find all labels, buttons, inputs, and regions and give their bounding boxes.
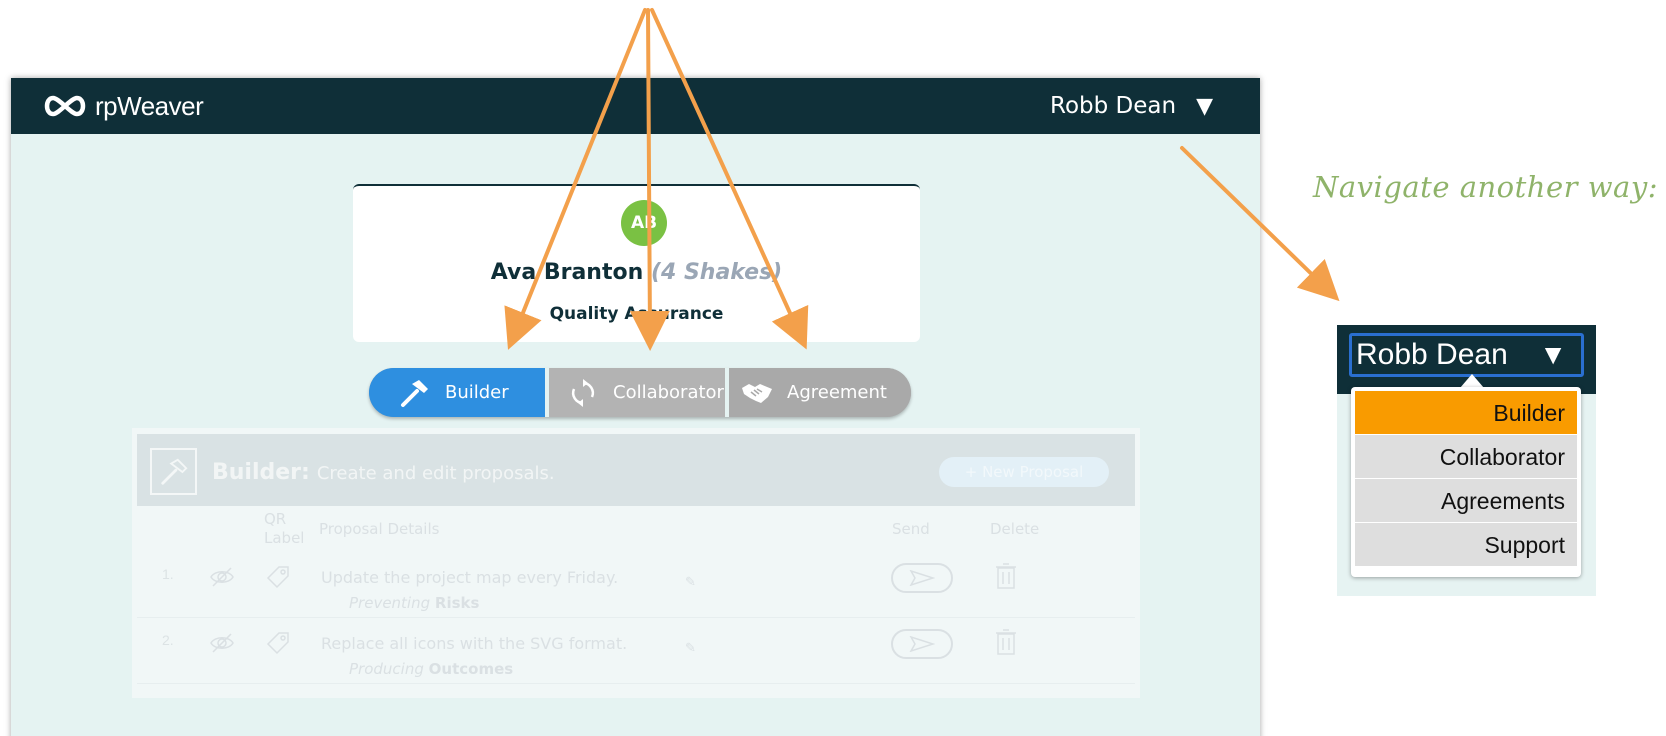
logo-text: rpWeaver: [95, 90, 204, 121]
builder-panel-subtitle: Create and edit proposals.: [316, 463, 555, 484]
column-header-qr: QR: [264, 510, 287, 528]
avatar: AB: [621, 200, 667, 246]
menu-item-collaborator[interactable]: Collaborator: [1355, 435, 1577, 479]
send-icon: [909, 570, 935, 586]
table-row: 1. Update the project map every Friday. …: [137, 552, 1135, 618]
hammer-icon: [150, 448, 197, 495]
profile-role: Quality Assurance: [549, 304, 724, 324]
row-number: 1.: [162, 566, 174, 582]
collaborator-mode-button[interactable]: Collaborator: [545, 368, 725, 417]
tag-icon[interactable]: [265, 564, 291, 590]
profile-name-text: Ava Branton: [490, 260, 644, 285]
proposal-text[interactable]: Update the project map every Friday.: [321, 568, 618, 587]
profile-card: AB Ava Branton (4 Shakes) Quality Assura…: [353, 184, 920, 342]
top-bar: rpWeaver Robb Dean ▼: [11, 78, 1260, 134]
caret-down-icon: ▼: [1539, 339, 1567, 370]
menu-item-support[interactable]: Support: [1355, 523, 1577, 567]
send-icon: [909, 636, 935, 652]
hammer-icon: [399, 377, 431, 409]
builder-panel: Builder: Create and edit proposals. + Ne…: [132, 428, 1140, 698]
column-header-delete: Delete: [990, 520, 1040, 538]
logo[interactable]: rpWeaver: [41, 88, 204, 124]
menu-item-agreements[interactable]: Agreements: [1355, 479, 1577, 523]
annotation-text: Navigate another way:: [1313, 170, 1658, 204]
mini-user-name: Robb Dean: [1356, 338, 1508, 371]
new-proposal-button[interactable]: + New Proposal: [939, 457, 1109, 487]
proposal-sub-italic: Producing: [349, 660, 424, 678]
caret-down-icon: ▼: [1196, 93, 1213, 119]
builder-panel-header: Builder: Create and edit proposals. + Ne…: [137, 434, 1135, 506]
row-number: 2.: [162, 632, 174, 648]
agreement-mode-label: Agreement: [787, 382, 887, 403]
edit-icon[interactable]: ✎: [685, 574, 696, 590]
user-dropdown-menu: Builder Collaborator Agreements Support: [1351, 387, 1581, 577]
send-button[interactable]: [891, 563, 953, 593]
trash-icon[interactable]: [995, 628, 1017, 656]
builder-panel-title-bold: Builder:: [212, 460, 310, 485]
builder-mode-button[interactable]: Builder: [369, 368, 545, 417]
builder-mode-label: Builder: [445, 382, 509, 403]
edit-icon[interactable]: ✎: [685, 640, 696, 656]
eye-slash-icon[interactable]: [209, 630, 235, 656]
mode-switcher: Builder Collaborator Agreement: [369, 368, 911, 417]
table-row: 2. Replace all icons with the SVG format…: [137, 618, 1135, 684]
proposal-subtitle: Preventing Risks: [349, 594, 479, 612]
screenshot-root: rpWeaver Robb Dean ▼ AB Ava Branton (4 S…: [0, 0, 1666, 736]
proposal-sub-italic: Preventing: [349, 594, 431, 612]
agreement-mode-button[interactable]: Agreement: [725, 368, 911, 417]
column-header-send: Send: [892, 520, 930, 538]
proposal-text[interactable]: Replace all icons with the SVG format.: [321, 634, 627, 653]
shakes-count: (4 Shakes): [650, 260, 783, 285]
proposal-subtitle: Producing Outcomes: [349, 660, 513, 678]
collaborator-mode-label: Collaborator: [613, 382, 724, 403]
profile-name: Ava Branton (4 Shakes): [353, 260, 920, 285]
trash-icon[interactable]: [995, 562, 1017, 590]
handshake-icon: [741, 377, 773, 409]
proposal-sub-bold: Risks: [434, 594, 480, 612]
proposal-sub-bold: Outcomes: [428, 660, 514, 678]
dropdown-pointer: [1460, 374, 1484, 388]
infinity-logo-icon: [44, 95, 86, 117]
builder-panel-title: Builder: Create and edit proposals.: [212, 460, 555, 485]
refresh-icon: [567, 377, 599, 409]
column-header-label: Label: [264, 529, 305, 547]
app-window: rpWeaver Robb Dean ▼ AB Ava Branton (4 S…: [11, 78, 1260, 736]
send-button[interactable]: [891, 629, 953, 659]
user-menu-button[interactable]: Robb Dean ▼: [1050, 90, 1213, 122]
column-header-qr-label: QR Label: [264, 510, 304, 548]
column-header-details: Proposal Details: [319, 520, 440, 538]
menu-item-builder[interactable]: Builder: [1355, 391, 1577, 435]
user-name: Robb Dean: [1050, 93, 1177, 119]
mini-user-menu-button[interactable]: Robb Dean ▼: [1349, 333, 1584, 377]
eye-slash-icon[interactable]: [209, 564, 235, 590]
tag-icon[interactable]: [265, 630, 291, 656]
mini-user-menu-screenshot: Robb Dean ▼ Builder Collaborator Agreeme…: [1337, 325, 1596, 596]
